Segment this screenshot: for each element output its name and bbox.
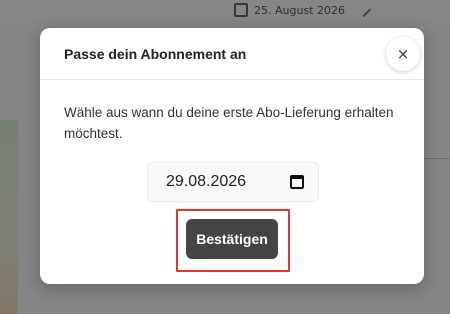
confirm-button-label: Bestätigen: [196, 231, 268, 247]
modal-body: Wähle aus wann du deine erste Abo-Liefer…: [40, 80, 424, 144]
confirm-button[interactable]: Bestätigen: [186, 219, 278, 259]
modal-description: Wähle aus wann du deine erste Abo-Liefer…: [64, 105, 394, 141]
delivery-date-value: 29.08.2026: [166, 173, 247, 190]
close-icon: ×: [396, 44, 410, 63]
modal-title: Passe dein Abonnement an: [64, 45, 247, 62]
calendar-icon[interactable]: [290, 175, 304, 189]
delivery-date-input[interactable]: 29.08.2026: [147, 162, 319, 202]
modal-header: Passe dein Abonnement an ×: [40, 28, 424, 80]
close-button[interactable]: ×: [386, 36, 420, 71]
subscription-modal: Passe dein Abonnement an × Wähle aus wan…: [40, 28, 424, 284]
